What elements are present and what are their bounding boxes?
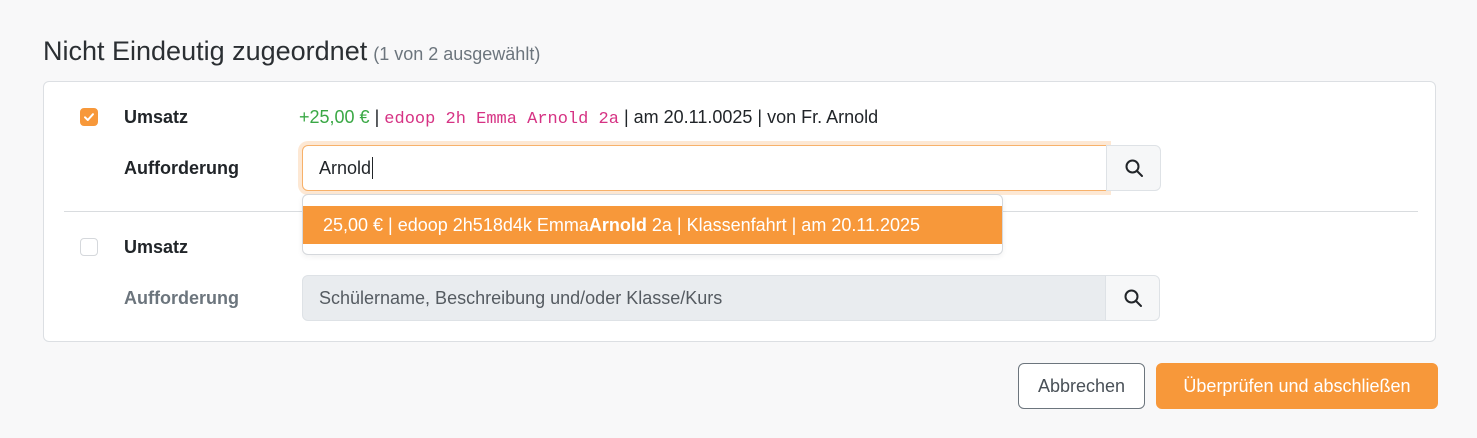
- row-1-search-group: Arnold: [302, 145, 1161, 191]
- selection-count: (1 von 2 ausgewählt): [373, 44, 541, 64]
- section-heading: Nicht Eindeutig zugeordnet (1 von 2 ausg…: [43, 36, 540, 67]
- search-input-value: Arnold: [319, 157, 372, 178]
- option-text-pre: 25,00 € | edoop 2h518d4k Emma: [323, 214, 589, 235]
- transaction-reference: edoop 2h Emma Arnold 2a: [384, 110, 619, 129]
- row-1-umsatz-label: Umsatz: [124, 107, 189, 127]
- row-2-search-group: Schülername, Beschreibung und/oder Klass…: [302, 275, 1160, 321]
- option-text-post: 2a | Klassenfahrt | am 20.11.2025: [646, 214, 921, 235]
- row-1-aufforderung-label: Aufforderung: [124, 158, 239, 178]
- transaction-details: | am 20.11.0025 | von Fr. Arnold: [623, 107, 879, 127]
- row-2-search-input[interactable]: Schülername, Beschreibung und/oder Klass…: [302, 275, 1106, 321]
- separator: |: [374, 107, 380, 127]
- autocomplete-dropdown: 25,00 € | edoop 2h518d4k Emma Arnold 2a …: [302, 194, 1003, 255]
- option-text-match: Arnold: [588, 214, 647, 235]
- row-1-search-button[interactable]: [1106, 145, 1161, 191]
- row-2-checkbox[interactable]: [80, 238, 98, 256]
- row-2-aufforderung-label: Aufforderung: [124, 288, 239, 308]
- search-icon: [1125, 159, 1143, 177]
- review-and-finish-button[interactable]: Überprüfen und abschließen: [1156, 363, 1438, 409]
- transaction-amount: +25,00 €: [299, 107, 370, 127]
- text-caret: [372, 157, 374, 179]
- row-1-checkbox[interactable]: [80, 108, 98, 126]
- row-1-transaction: +25,00 € | edoop 2h Emma Arnold 2a | am …: [299, 107, 878, 129]
- row-2-search-button[interactable]: [1105, 275, 1160, 321]
- check-icon: [84, 113, 94, 121]
- cancel-button[interactable]: Abbrechen: [1018, 363, 1145, 409]
- search-icon: [1124, 289, 1142, 307]
- row-1-search-input[interactable]: Arnold: [302, 145, 1107, 191]
- row-2-umsatz-label: Umsatz: [124, 237, 189, 257]
- autocomplete-option[interactable]: 25,00 € | edoop 2h518d4k Emma Arnold 2a …: [303, 206, 1002, 244]
- page-title: Nicht Eindeutig zugeordnet: [43, 36, 368, 66]
- search-input-placeholder: Schülername, Beschreibung und/oder Klass…: [319, 287, 723, 308]
